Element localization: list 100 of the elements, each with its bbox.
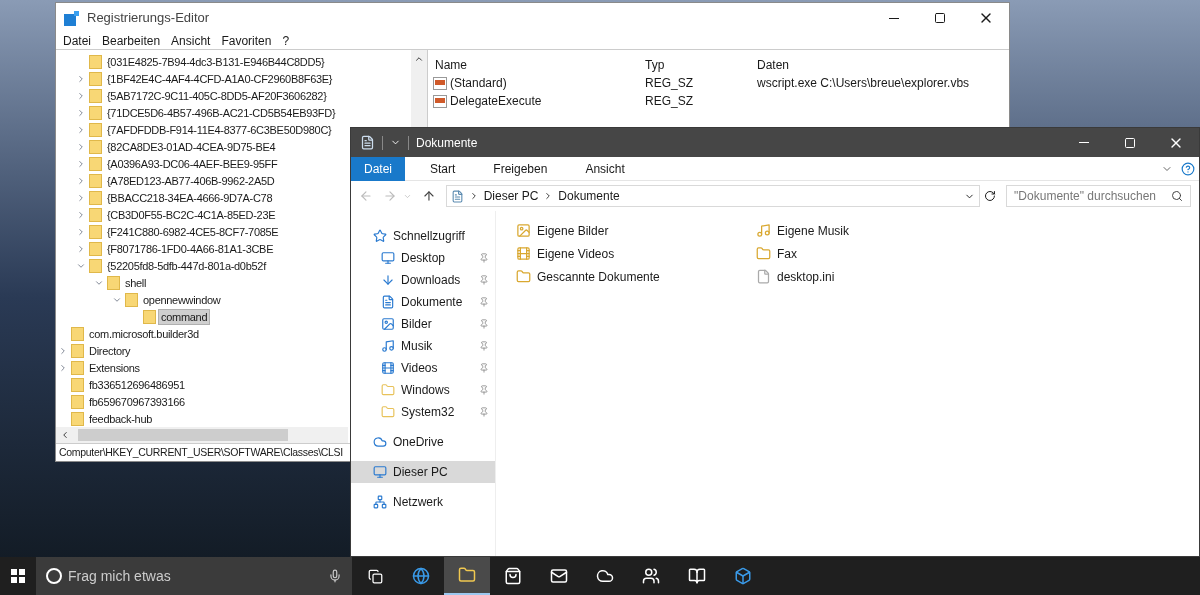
expand-chevron-icon[interactable]: [76, 243, 86, 254]
expand-chevron-icon[interactable]: [76, 90, 86, 101]
tree-item[interactable]: feedback-hub: [87, 411, 155, 426]
file-icon: [756, 223, 771, 238]
nav-icon: [373, 435, 387, 449]
file-item[interactable]: Gescannte Dokumente: [537, 267, 660, 286]
pin-icon[interactable]: [479, 297, 489, 307]
tree-item[interactable]: {71DCE5D6-4B57-496B-AC21-CD5B54EB93FD}: [105, 105, 338, 120]
pin-icon[interactable]: [479, 253, 489, 263]
file-item[interactable]: Eigene Videos: [537, 244, 615, 263]
file-item[interactable]: Fax: [777, 244, 797, 263]
nav-item[interactable]: System32: [351, 401, 495, 423]
scroll-left-icon[interactable]: [60, 430, 70, 440]
expand-chevron-icon[interactable]: [76, 124, 86, 135]
menu-item[interactable]: Datei: [63, 32, 91, 50]
globe-icon: [412, 567, 430, 585]
scrollbar-thumb[interactable]: [78, 429, 288, 441]
tree-item[interactable]: {A0396A93-DC06-4AEF-BEE9-95FF: [105, 156, 280, 171]
expand-chevron-icon[interactable]: [58, 362, 68, 373]
horizontal-scrollbar[interactable]: [56, 427, 348, 443]
expand-chevron-icon[interactable]: [76, 175, 86, 186]
tree-item[interactable]: {7AFDFDDB-F914-11E4-8377-6C3BE50D980C}: [105, 122, 334, 137]
folder-icon: [89, 122, 102, 137]
back-icon[interactable]: [359, 189, 373, 203]
nav-item[interactable]: OneDrive: [351, 431, 495, 453]
refresh-icon[interactable]: [984, 190, 997, 202]
scroll-up-icon[interactable]: [414, 54, 424, 64]
search-field[interactable]: "Dokumente" durchsuchen: [1006, 185, 1191, 207]
menu-item[interactable]: ?: [282, 32, 290, 50]
menu-item[interactable]: Bearbeiten: [102, 32, 161, 50]
file-item[interactable]: Eigene Bilder: [537, 221, 609, 240]
shopping-bag-icon: [504, 567, 522, 585]
expand-chevron-icon[interactable]: [58, 345, 68, 356]
tree-item[interactable]: {F8071786-1FD0-4A66-81A1-3CBE: [105, 241, 276, 256]
pin-icon[interactable]: [479, 341, 489, 351]
address-bar[interactable]: Dieser PC Dokumente: [445, 185, 981, 207]
book-icon: [688, 567, 706, 585]
expand-chevron-icon[interactable]: [76, 107, 86, 118]
nav-item[interactable]: Dieser PC: [351, 461, 495, 483]
column-header[interactable]: Daten: [747, 56, 790, 74]
column-header[interactable]: Name: [428, 56, 636, 74]
breadcrumb-item[interactable]: Dokumente: [558, 187, 620, 205]
folder-icon: [71, 377, 84, 392]
forward-icon[interactable]: [382, 189, 397, 203]
tree-item[interactable]: shell: [123, 275, 149, 290]
ribbon-tab[interactable]: Freigeben: [480, 156, 561, 181]
nav-item[interactable]: Musik: [351, 335, 495, 357]
nav-item[interactable]: Downloads: [351, 269, 495, 291]
tree-item[interactable]: fb336512696486951: [87, 377, 187, 392]
tree-item[interactable]: {5AB7172C-9C11-405C-8DD5-AF20F3606282}: [105, 88, 329, 103]
expand-chevron-icon[interactable]: [76, 192, 86, 203]
minimize-icon: [1079, 142, 1089, 143]
nav-icon: [381, 273, 395, 287]
expand-chevron-icon[interactable]: [76, 226, 86, 237]
file-item[interactable]: desktop.ini: [777, 267, 835, 286]
expand-chevron-icon[interactable]: [76, 158, 86, 169]
tree-item[interactable]: Directory: [87, 343, 133, 358]
breadcrumb-item[interactable]: Dieser PC: [483, 187, 539, 205]
tree-item[interactable]: {031E4825-7B94-4dc3-B131-E946B44C8DD5}: [105, 54, 327, 69]
expand-chevron-icon[interactable]: [76, 209, 86, 220]
tree-item[interactable]: command: [159, 309, 210, 324]
tree-item[interactable]: {BBACC218-34EA-4666-9D7A-C78: [105, 190, 275, 205]
nav-item[interactable]: Netzwerk: [351, 491, 495, 513]
search-field[interactable]: Frag mich etwas: [36, 557, 352, 595]
tree-item[interactable]: {F241C880-6982-4CE5-8CF7-7085E: [105, 224, 281, 239]
ribbon-tab[interactable]: Datei: [351, 156, 405, 181]
tree-item[interactable]: {82CA8DE3-01AD-4CEA-9D75-BE4: [105, 139, 278, 154]
tree-item[interactable]: Extensions: [87, 360, 142, 375]
up-icon[interactable]: [421, 189, 436, 203]
pin-icon[interactable]: [479, 319, 489, 329]
ribbon-tab[interactable]: Start: [417, 156, 469, 181]
expand-chevron-icon[interactable]: [76, 141, 86, 152]
vertical-scrollbar[interactable]: [411, 50, 427, 128]
menu-item[interactable]: Favoriten: [221, 32, 272, 50]
window-title: Dokumente: [416, 134, 478, 152]
nav-item[interactable]: Videos: [351, 357, 495, 379]
pin-icon[interactable]: [479, 407, 489, 417]
help-icon[interactable]: [1181, 161, 1195, 176]
tree-item[interactable]: com.microsoft.builder3d: [87, 326, 201, 341]
column-header[interactable]: Typ: [636, 56, 747, 74]
tree-item[interactable]: opennewwindow: [141, 292, 223, 307]
pin-icon[interactable]: [479, 385, 489, 395]
ribbon-tab[interactable]: Ansicht: [572, 156, 638, 181]
nav-item[interactable]: Desktop: [351, 247, 495, 269]
nav-item[interactable]: Dokumente: [351, 291, 495, 313]
pin-icon[interactable]: [479, 275, 489, 285]
folder-icon: [89, 241, 102, 256]
tree-item[interactable]: {1BF42E4C-4AF4-4CFD-A1A0-CF2960B8F63E}: [105, 71, 335, 86]
expand-chevron-icon[interactable]: [76, 73, 86, 84]
nav-item[interactable]: Bilder: [351, 313, 495, 335]
tree-item[interactable]: {CB3D0F55-BC2C-4C1A-85ED-23E: [105, 207, 278, 222]
menu-item[interactable]: Ansicht: [171, 32, 211, 50]
tree-item[interactable]: fb659670967393166: [87, 394, 187, 409]
nav-item[interactable]: Schnellzugriff: [351, 225, 495, 247]
file-item[interactable]: Eigene Musik: [777, 221, 850, 240]
nav-item[interactable]: Windows: [351, 379, 495, 401]
tree-item[interactable]: {A78ED123-AB77-406B-9962-2A5D: [105, 173, 277, 188]
tree-item[interactable]: {52205fd8-5dfb-447d-801a-d0b52f: [105, 258, 268, 273]
pin-icon[interactable]: [479, 363, 489, 373]
microphone-icon[interactable]: [328, 569, 342, 583]
